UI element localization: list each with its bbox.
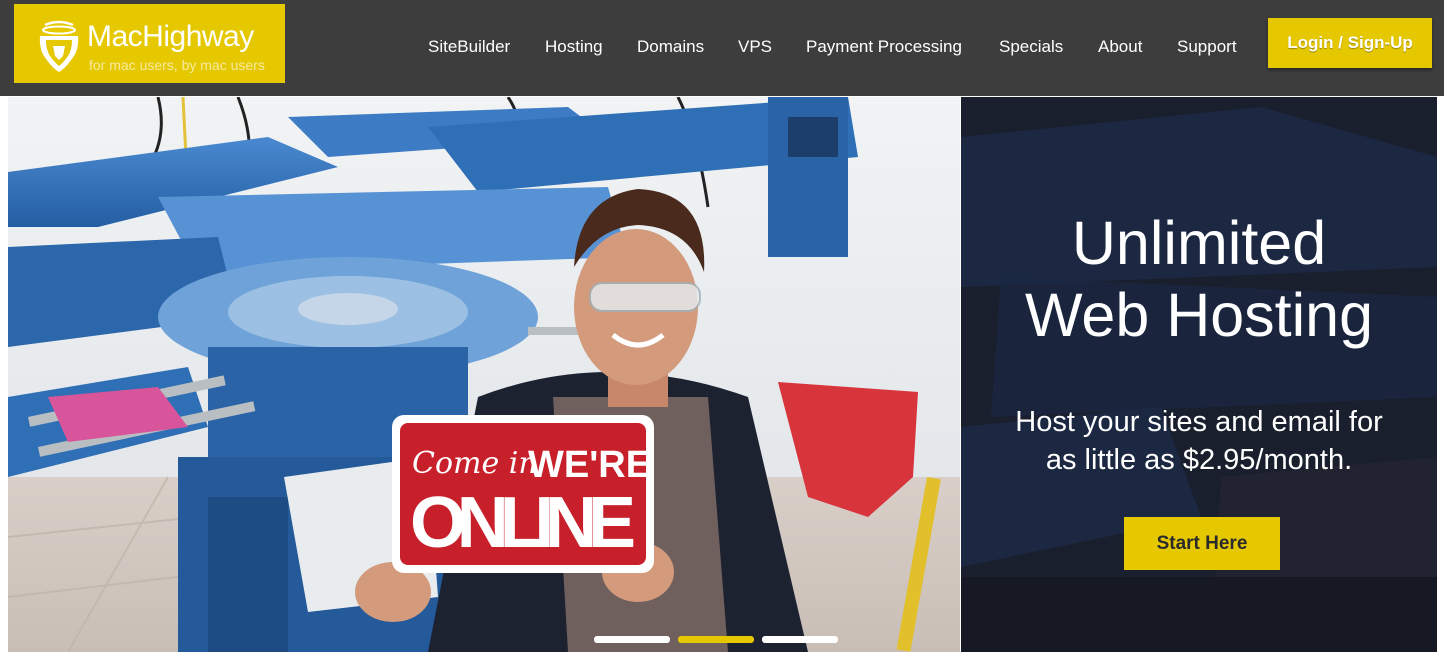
carousel-dot-3[interactable] bbox=[762, 636, 838, 643]
top-navigation-bar: MacHighway for mac users, by mac users S… bbox=[0, 0, 1444, 96]
hero-promo-panel: Unlimited Web Hosting Host your sites an… bbox=[961, 97, 1437, 652]
page-edge bbox=[1437, 97, 1444, 652]
nav-item-support[interactable]: Support bbox=[1177, 37, 1237, 57]
nav-item-specials[interactable]: Specials bbox=[999, 37, 1063, 57]
print-shop-illustration: Come in WE'RE ONLINE bbox=[8, 97, 960, 652]
subline-line-2: as little as $2.95/month. bbox=[1045, 444, 1353, 476]
site-logo[interactable]: MacHighway for mac users, by mac users bbox=[14, 4, 285, 83]
carousel-dot-1[interactable] bbox=[594, 636, 670, 643]
nav-item-domains[interactable]: Domains bbox=[637, 37, 704, 57]
nav-item-about[interactable]: About bbox=[1098, 37, 1142, 57]
start-here-button[interactable]: Start Here bbox=[1124, 517, 1280, 570]
logo-wordmark: MacHighway bbox=[87, 20, 254, 53]
sign-line2-text: ONLINE bbox=[410, 483, 636, 563]
hero-headline: Unlimited Web Hosting bbox=[961, 207, 1437, 351]
hero-photo: Come in WE'RE ONLINE bbox=[8, 97, 960, 652]
logo-tagline: for mac users, by mac users bbox=[89, 57, 265, 73]
sign-script-text: Come in bbox=[412, 446, 538, 481]
carousel-indicators bbox=[594, 636, 844, 643]
mac-helmet-icon bbox=[39, 20, 79, 72]
subline-line-1: Host your sites and email for bbox=[1015, 406, 1383, 438]
nav-item-payment-processing[interactable]: Payment Processing bbox=[806, 37, 962, 57]
nav-item-vps[interactable]: VPS bbox=[738, 37, 772, 57]
headline-line-1: Unlimited bbox=[1071, 209, 1327, 277]
hero-subheadline: Host your sites and email for as little … bbox=[961, 403, 1437, 479]
nav-item-sitebuilder[interactable]: SiteBuilder bbox=[428, 37, 510, 57]
carousel-dot-2[interactable] bbox=[678, 636, 754, 643]
sign-line1-text: WE'RE bbox=[528, 444, 651, 486]
login-signup-button[interactable]: Login / Sign-Up bbox=[1268, 18, 1432, 68]
headline-line-2: Web Hosting bbox=[1024, 281, 1374, 349]
nav-item-hosting[interactable]: Hosting bbox=[545, 37, 603, 57]
